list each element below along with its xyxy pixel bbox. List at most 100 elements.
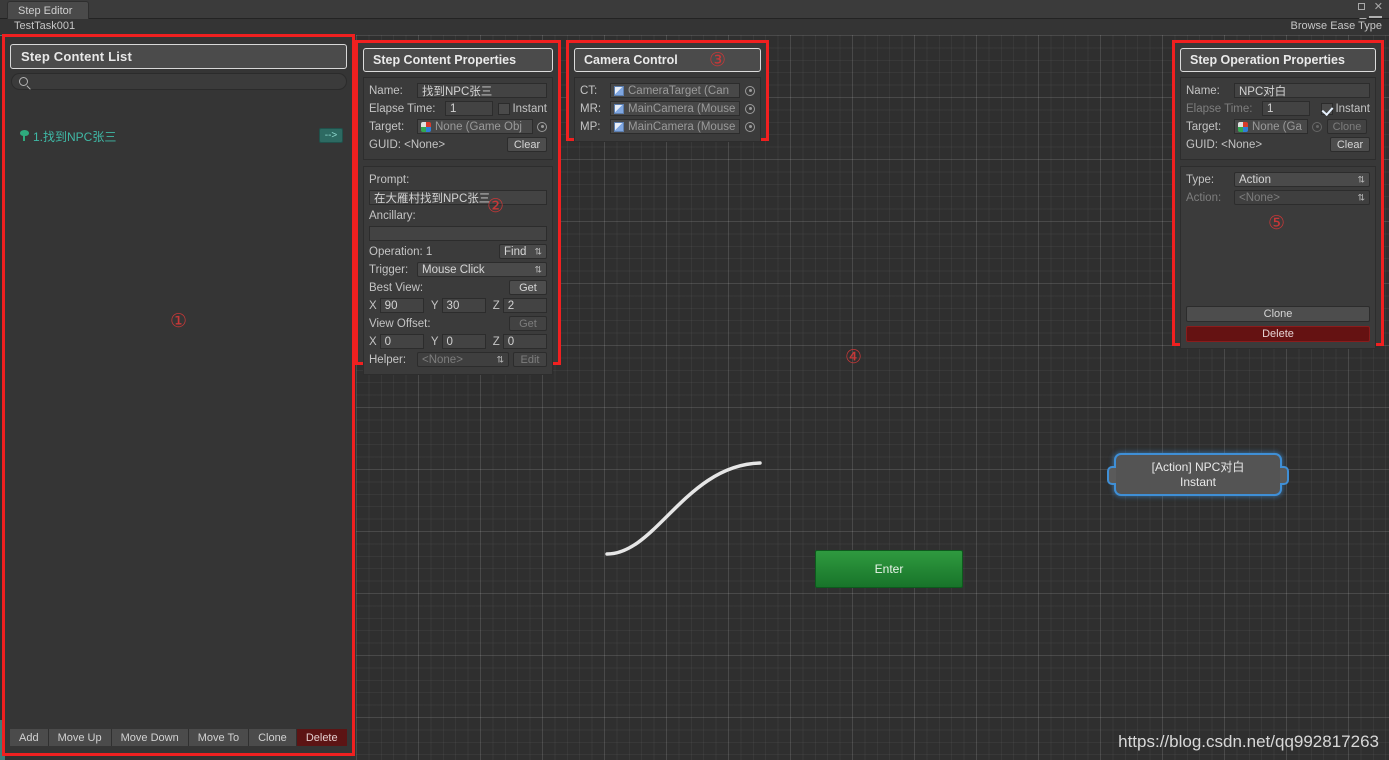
delete-button[interactable]: Delete <box>296 729 347 746</box>
tab-step-editor[interactable]: Step Editor <box>7 1 90 19</box>
ct-object-field[interactable]: CameraTarget (Can <box>610 83 740 98</box>
search-input[interactable] <box>28 75 346 88</box>
sub-toolbar: TestTask001 Browse Ease Type <box>0 19 1389 35</box>
instant-checkbox[interactable] <box>498 102 511 115</box>
find-dropdown[interactable]: Find ⇅ <box>499 244 547 259</box>
op-clone-button[interactable]: Clone <box>1186 306 1370 322</box>
best-view-x-field[interactable]: 90 <box>379 298 424 313</box>
op-action-dropdown[interactable]: <None> ⇅ <box>1234 190 1370 205</box>
move-down-button[interactable]: Move Down <box>111 729 189 746</box>
name-field[interactable]: 找到NPC张三 <box>417 83 547 98</box>
op-type-row: Type: Action ⇅ <box>1186 171 1370 188</box>
best-view-xyz-row: X 90 Y 30 Z 2 <box>369 297 547 314</box>
chevron-updown-icon: ⇅ <box>534 264 542 274</box>
best-view-y-field[interactable]: 30 <box>441 298 486 313</box>
prompt-field[interactable]: 在大雁村找到NPC张三 <box>369 190 547 205</box>
view-offset-y-field[interactable]: 0 <box>441 334 486 349</box>
close-icon[interactable]: ✕ <box>1374 2 1383 13</box>
trigger-label: Trigger: <box>369 263 409 276</box>
op-delete-button-wrap: Delete <box>1186 326 1370 342</box>
view-offset-x-label: X <box>369 335 377 348</box>
object-picker-icon[interactable] <box>745 121 755 132</box>
object-picker-icon[interactable] <box>745 85 755 96</box>
ancillary-field[interactable] <box>369 226 547 241</box>
clear-guid-button[interactable]: Clear <box>507 137 547 152</box>
op-clear-guid-button[interactable]: Clear <box>1330 137 1370 152</box>
helper-dropdown[interactable]: <None> ⇅ <box>417 352 509 367</box>
best-view-get-button[interactable]: Get <box>509 280 547 295</box>
step-content-properties-title: Step Content Properties <box>363 48 553 72</box>
step-editor-window: Step Editor ✕ TestTask001 Browse Ease Ty… <box>0 0 1389 760</box>
elapse-time-field[interactable]: 1 <box>445 101 493 116</box>
op-guid-row: GUID: <None> Clear <box>1186 136 1370 153</box>
prompt-label-row: Prompt: <box>369 171 547 188</box>
ancillary-label: Ancillary: <box>369 209 416 222</box>
chevron-updown-icon: ⇅ <box>496 354 504 364</box>
clone-button[interactable]: Clone <box>249 729 297 746</box>
op-instant-checkbox[interactable] <box>1321 102 1334 115</box>
minimize-icon[interactable] <box>1357 2 1365 13</box>
content-list-title: Step Content List <box>10 44 347 69</box>
op-type-dropdown-value: Action <box>1239 173 1271 186</box>
enter-node[interactable]: Enter <box>815 550 963 588</box>
view-offset-x-field[interactable]: 0 <box>379 334 424 349</box>
object-picker-icon[interactable] <box>1312 121 1322 132</box>
view-offset-y-label: Y <box>430 335 439 348</box>
op-action-dropdown-value: <None> <box>1239 191 1280 204</box>
mp-label: MP: <box>580 120 601 133</box>
find-dropdown-value: Find <box>504 245 527 258</box>
node-input-port[interactable] <box>1107 466 1116 485</box>
mp-object-field[interactable]: MainCamera (Mouse <box>610 119 740 134</box>
helper-row: Helper: <None> ⇅ Edit <box>369 351 547 368</box>
mr-object-field[interactable]: MainCamera (Mouse <box>610 101 740 116</box>
guid-label: GUID: <None> <box>369 138 446 151</box>
best-view-z-field[interactable]: 2 <box>502 298 547 313</box>
op-name-label: Name: <box>1186 84 1220 97</box>
op-name-row: Name: NPC对白 <box>1186 82 1370 99</box>
op-target-object-field[interactable]: None (Ga <box>1234 119 1308 134</box>
best-view-z-label: Z <box>492 299 500 312</box>
enter-node-label: Enter <box>874 562 904 576</box>
view-offset-z-field[interactable]: 0 <box>502 334 547 349</box>
content-detail-box: Prompt: 在大雁村找到NPC张三 Ancillary: Operation… <box>363 166 553 375</box>
target-object-field[interactable]: None (Game Obj <box>417 119 533 134</box>
object-picker-icon[interactable] <box>745 103 755 114</box>
goto-step-button[interactable]: --> <box>319 128 343 143</box>
view-offset-label: View Offset: <box>369 317 431 330</box>
best-view-x-label: X <box>369 299 377 312</box>
operation-label: Operation: 1 <box>369 245 433 258</box>
add-button[interactable]: Add <box>10 729 49 746</box>
op-instant-label: Instant <box>1335 102 1370 115</box>
op-elapse-time-label: Elapse Time: <box>1186 102 1253 115</box>
move-up-button[interactable]: Move Up <box>48 729 112 746</box>
view-offset-xyz-row: X 0 Y 0 Z 0 <box>369 333 547 350</box>
action-node[interactable]: [Action] NPC对白 Instant <box>1107 453 1289 496</box>
target-label: Target: <box>369 120 405 133</box>
op-target-clone-button[interactable]: Clone <box>1327 119 1367 134</box>
list-item[interactable]: 1.找到NPC张三 --> <box>11 127 347 145</box>
prompt-row: 在大雁村找到NPC张三 <box>369 189 547 206</box>
browse-ease-type-button[interactable]: Browse Ease Type <box>1290 20 1382 32</box>
action-node-subtitle: Instant <box>1179 474 1217 489</box>
camera-control-title: Camera Control <box>574 48 761 72</box>
task-name-label: TestTask001 <box>14 20 76 32</box>
content-list-toolbar: Add Move Up Move Down Move To Clone Dele… <box>10 729 348 746</box>
op-delete-button[interactable]: Delete <box>1186 326 1370 342</box>
view-offset-get-button[interactable]: Get <box>509 316 547 331</box>
trigger-dropdown[interactable]: Mouse Click ⇅ <box>417 262 547 277</box>
node-output-port[interactable] <box>1280 466 1289 485</box>
helper-edit-button[interactable]: Edit <box>513 352 547 367</box>
op-target-object-value: None (Ga <box>1252 120 1302 133</box>
move-to-button[interactable]: Move To <box>188 729 250 746</box>
object-picker-icon[interactable] <box>537 121 547 132</box>
ct-label: CT: <box>580 84 598 97</box>
content-list-search[interactable] <box>11 73 347 90</box>
prefab-icon <box>1238 121 1248 132</box>
target-object-value: None (Game Obj <box>435 120 522 133</box>
mp-object-value: MainCamera (Mouse <box>628 120 736 133</box>
name-label: Name: <box>369 84 403 97</box>
operation-basic-box: Name: NPC对白 Elapse Time: 1 Instant Targe… <box>1180 77 1376 160</box>
tab-strip: Step Editor ✕ <box>0 0 1389 25</box>
op-type-dropdown[interactable]: Action ⇅ <box>1234 172 1370 187</box>
op-name-field[interactable]: NPC对白 <box>1234 83 1370 98</box>
